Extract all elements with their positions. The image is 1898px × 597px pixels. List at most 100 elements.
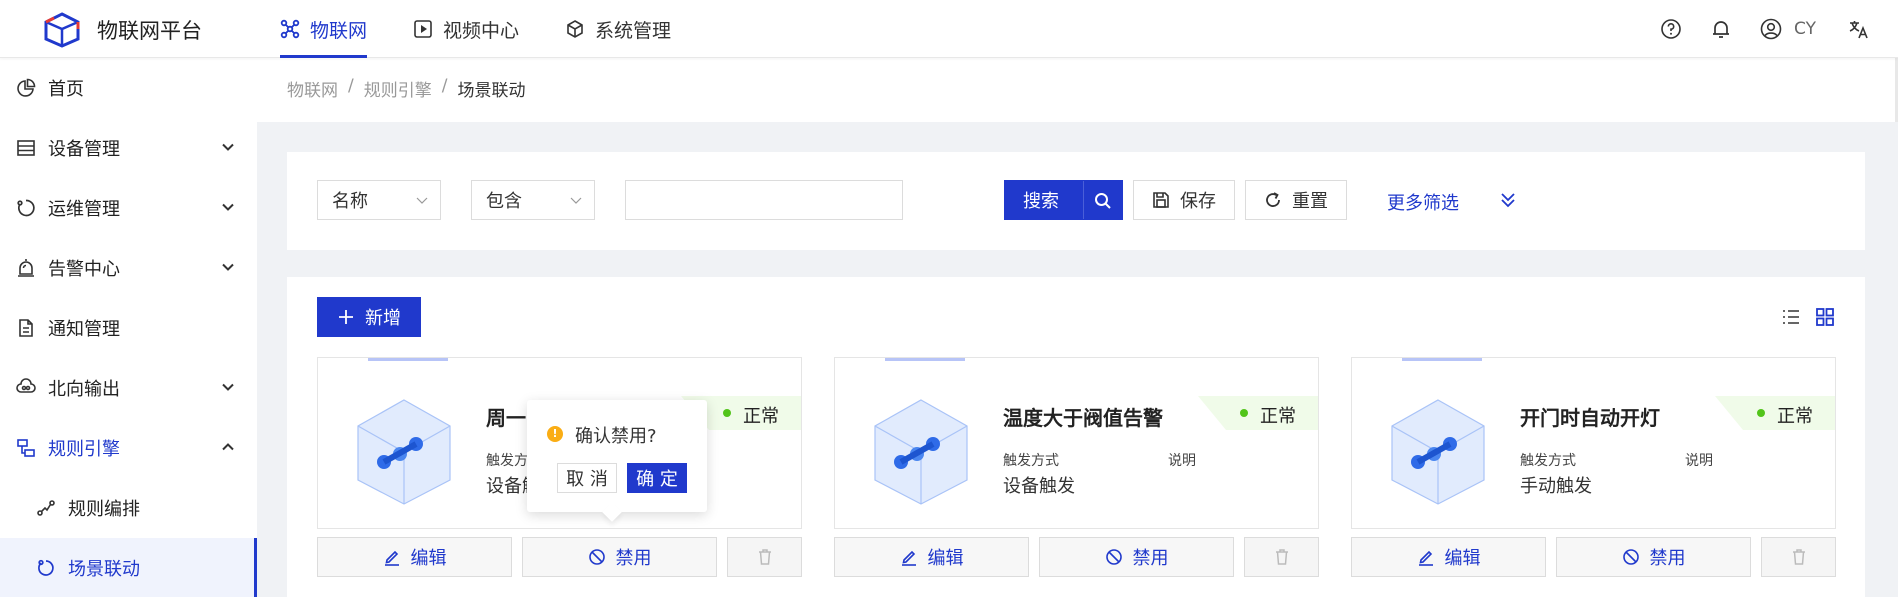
add-button[interactable]: 新增 [317,297,421,337]
status-badge: 正常 [1198,396,1318,430]
pie-chart-icon [17,78,36,97]
warning-icon: ! [547,426,563,442]
status-text: 正常 [743,406,779,427]
field-select-value: 名称 [332,191,368,212]
system-icon [567,20,583,38]
edit-icon [1418,550,1433,566]
trigger-value: 设备触发 [1003,476,1075,497]
edit-button-label: 编辑 [1444,548,1481,569]
trash-icon [758,549,771,565]
sidebar-item-device-management[interactable]: 设备管理 [0,118,257,178]
disable-button[interactable]: 禁用 [522,537,717,577]
sidebar-item-label: 通知管理 [48,319,120,340]
more-filter-link[interactable]: 更多筛选 [1387,189,1459,215]
bell-icon[interactable] [1710,18,1732,40]
edit-button[interactable]: 编辑 [834,537,1029,577]
breadcrumb-item[interactable]: 物联网 [287,76,338,101]
scene-icon [38,559,54,576]
sidebar-item-label: 首页 [48,79,84,100]
tab-video-center[interactable]: 视频中心 [413,0,519,58]
ban-icon [1105,549,1122,565]
sidebar-item-label: 告警中心 [48,259,120,280]
edit-button[interactable]: 编辑 [317,537,512,577]
status-text: 正常 [1777,406,1813,427]
grid-view-icon[interactable] [1815,307,1835,327]
card-title: 温度大于阀值告警 [1003,406,1163,430]
disable-button-label: 禁用 [615,548,652,569]
breadcrumb-separator: / [441,76,448,96]
chevron-down-icon [222,383,234,391]
card-title: 开门时自动开灯 [1520,406,1660,430]
delete-button[interactable] [1244,537,1319,577]
search-value-input[interactable] [625,180,903,220]
status-dot [723,409,731,417]
scene-card[interactable]: 温度大于阀值告警 正常 触发方式 说明 设备触发 [834,357,1319,529]
chevron-down-icon [570,197,582,204]
top-nav: 物联网 视频中心 系统管理 [280,0,717,58]
operator-select[interactable]: 包含 [471,180,595,220]
edit-button[interactable]: 编辑 [1351,537,1546,577]
sidebar-item-home[interactable]: 首页 [0,58,257,118]
edit-button-label: 编辑 [927,548,964,569]
confirm-button[interactable]: 确 定 [627,463,687,493]
sidebar-item-ops-management[interactable]: 运维管理 [0,178,257,238]
flow-icon [37,500,55,516]
breadcrumb-item[interactable]: 规则引擎 [364,76,432,101]
status-dot [1757,409,1765,417]
delete-button[interactable] [727,537,802,577]
scene-card[interactable]: 开门时自动开灯 正常 触发方式 说明 手动触发 [1351,357,1836,529]
rule-icon [17,439,35,457]
status-badge: 正常 [1715,396,1835,430]
video-icon [414,20,432,38]
tab-iot[interactable]: 物联网 [280,0,368,58]
list-panel: 新增 周一 正常 触发方式 说明 设备触 编辑 禁用 [287,277,1865,597]
cancel-button[interactable]: 取 消 [557,463,617,493]
help-icon[interactable] [1660,18,1682,40]
top-bar: 物联网平台 物联网 视频中心 系统管理 CY [0,0,1898,58]
app-title: 物联网平台 [97,19,202,43]
trigger-label: 触发方式 [1520,453,1576,469]
sidebar: 首页 设备管理 运维管理 告警中心 通知管理 北向输出 规则引擎 规则编排 场景… [0,58,257,597]
cube-icon [357,399,451,505]
save-button[interactable]: 保存 [1133,180,1235,220]
translate-icon[interactable] [1848,18,1870,40]
search-button[interactable]: 搜索 [1004,180,1123,220]
edit-icon [384,550,399,566]
device-icon [17,140,35,156]
notice-icon [19,319,33,337]
user-menu[interactable]: CY [1760,18,1816,40]
view-toggle [1767,307,1835,327]
sidebar-item-label: 北向输出 [48,379,120,400]
tab-system-label: 系统管理 [595,19,672,42]
logo-icon [44,12,80,48]
trash-icon [1275,549,1288,565]
disable-button[interactable]: 禁用 [1556,537,1751,577]
field-select[interactable]: 名称 [317,180,441,220]
ban-icon [588,549,605,565]
list-view-icon[interactable] [1781,307,1801,327]
sidebar-item-rule-engine[interactable]: 规则引擎 [0,418,257,478]
status-text: 正常 [1260,406,1296,427]
search-button-label: 搜索 [1023,191,1059,212]
chevron-down-icon [222,143,234,151]
chevron-down-icon [222,263,234,271]
desc-label: 说明 [1168,453,1196,469]
disable-button[interactable]: 禁用 [1039,537,1234,577]
search-icon [1095,193,1111,209]
sidebar-item-scene-linkage[interactable]: 场景联动 [0,538,257,597]
sidebar-item-northbound-output[interactable]: 北向输出 [0,358,257,418]
sidebar-item-rule-orchestration[interactable]: 规则编排 [0,478,257,538]
user-icon [1760,18,1782,40]
reset-button[interactable]: 重置 [1245,180,1347,220]
disable-button-label: 禁用 [1649,548,1686,569]
tab-video-label: 视频中心 [443,19,520,42]
sidebar-item-notice-management[interactable]: 通知管理 [0,298,257,358]
breadcrumb-separator: / [348,76,354,96]
sidebar-item-alarm-center[interactable]: 告警中心 [0,238,257,298]
double-chevron-down-icon[interactable] [1499,190,1517,210]
chevron-down-icon [222,203,234,211]
tab-system-management[interactable]: 系统管理 [565,0,671,58]
breadcrumb: 物联网 / 规则引擎 / 场景联动 [287,76,535,101]
plus-icon [339,310,353,324]
delete-button[interactable] [1761,537,1836,577]
